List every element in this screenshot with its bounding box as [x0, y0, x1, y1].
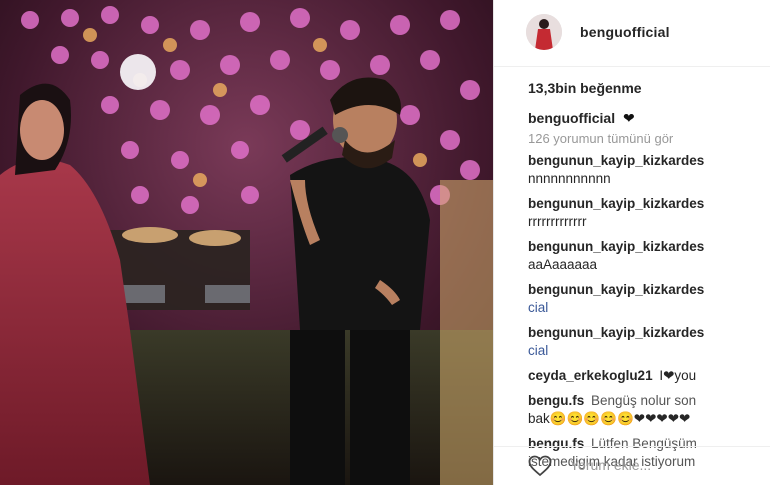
post-sidebar: benguofficial 13,3bin beğenme benguoffic…: [493, 0, 770, 485]
comment-username[interactable]: bengunun_kayip_kizkardes: [528, 239, 704, 254]
comment-mention-link[interactable]: cial: [528, 299, 770, 317]
like-button[interactable]: [528, 455, 552, 477]
comment-username[interactable]: bengunun_kayip_kizkardes: [528, 196, 704, 211]
heart-outline-icon: [528, 455, 552, 477]
comment-username[interactable]: bengunun_kayip_kizkardes: [528, 153, 704, 168]
comment-username[interactable]: ceyda_erkekoglu21: [528, 368, 653, 383]
comment-item: bengunun_kayip_kizkardes aaAaaaaaa: [528, 238, 770, 274]
view-all-comments-link[interactable]: 126 yorumun tümünü gör: [528, 131, 673, 146]
comment-text-continued: bak😊😊😊😊😊❤❤❤❤❤: [528, 411, 691, 426]
post-username[interactable]: benguofficial: [580, 24, 670, 40]
comment-item: bengunun_kayip_kizkardes nnnnnnnnnnn: [528, 152, 770, 188]
comment-item: bengu.fs Bengüş nolur son bak😊😊😊😊😊❤❤❤❤❤: [528, 392, 770, 428]
post-header: benguofficial: [494, 0, 770, 67]
concert-photo: [0, 0, 493, 485]
comment-item: bengunun_kayip_kizkardes cial: [528, 324, 770, 360]
comment-text: aaAaaaaaa: [528, 257, 598, 272]
comment-mention-link[interactable]: cial: [528, 342, 770, 360]
comment-username[interactable]: bengunun_kayip_kizkardes: [528, 325, 704, 340]
avatar-image: [526, 14, 562, 50]
comment-footer: [494, 446, 770, 486]
comment-item: ceyda_erkekoglu21 I❤you: [528, 367, 770, 385]
comment-text: nnnnnnnnnnn: [528, 171, 611, 186]
caption: benguofficial ❤: [528, 110, 635, 127]
post-photo[interactable]: [0, 0, 493, 485]
likes-count[interactable]: 13,3bin beğenme: [528, 80, 642, 96]
comment-input[interactable]: [568, 456, 752, 474]
comment-username[interactable]: bengunun_kayip_kizkardes: [528, 282, 704, 297]
caption-username[interactable]: benguofficial: [528, 110, 615, 126]
comment-item: bengunun_kayip_kizkardes cial: [528, 281, 770, 317]
caption-text: ❤: [623, 110, 635, 126]
comments-list: bengunun_kayip_kizkardes nnnnnnnnnnn ben…: [528, 152, 770, 478]
comment-text: Bengüş nolur son: [591, 393, 697, 408]
comment-text: I❤you: [659, 368, 697, 383]
comment-item: bengunun_kayip_kizkardes rrrrrrrrrrrrr: [528, 195, 770, 231]
comment-text: rrrrrrrrrrrrr: [528, 214, 587, 229]
comment-username[interactable]: bengu.fs: [528, 393, 584, 408]
avatar[interactable]: [526, 14, 562, 50]
